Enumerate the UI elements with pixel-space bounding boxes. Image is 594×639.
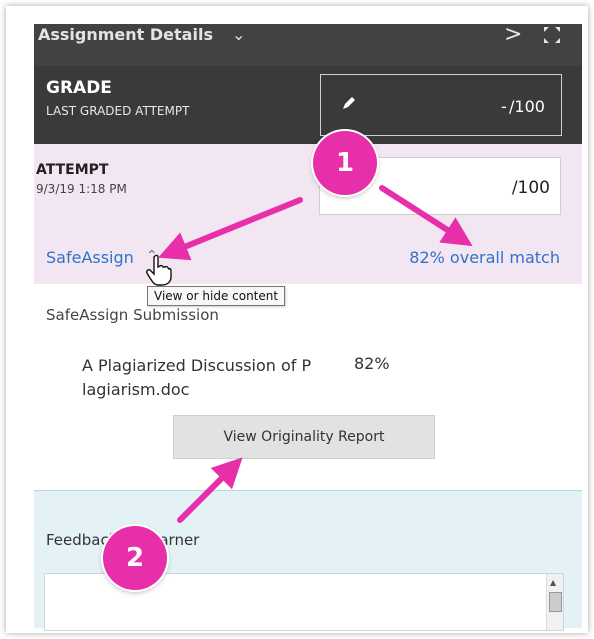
attempt-heading: ATTEMPT	[36, 162, 109, 178]
annotation-badge-2: 2	[103, 526, 167, 590]
view-originality-report-button[interactable]: View Originality Report	[173, 415, 435, 459]
chevron-down-icon[interactable]: ⌄	[232, 24, 245, 46]
attempt-out-of: /100	[511, 178, 550, 198]
grade-section: GRADE LAST GRADED ATTEMPT - /100	[34, 66, 582, 144]
tooltip: View or hide content	[147, 286, 286, 306]
submission-file-name[interactable]: A Plagiarized Discussion of P lagiarism.…	[82, 354, 382, 402]
grade-input[interactable]: - /100	[320, 74, 562, 136]
grade-subheading: LAST GRADED ATTEMPT	[46, 104, 190, 118]
submission-label: SafeAssign Submission	[46, 306, 219, 324]
pencil-icon[interactable]	[341, 95, 357, 111]
grade-heading: GRADE	[46, 78, 112, 98]
panel-title: Assignment Details	[38, 25, 213, 44]
overall-match-link[interactable]: 82% overall match	[409, 248, 560, 267]
chevron-right-icon[interactable]: >	[504, 24, 522, 46]
submission-percent: 82%	[354, 354, 390, 373]
attempt-section: ATTEMPT 9/3/19 1:18 PM /100 SafeAssign ⌃…	[34, 144, 582, 284]
attempt-date: 9/3/19 1:18 PM	[36, 182, 127, 196]
scrollbar[interactable]: ▲	[546, 574, 563, 630]
safeassign-submission: SafeAssign Submission A Plagiarized Disc…	[34, 284, 582, 490]
scroll-up-icon[interactable]: ▲	[550, 578, 556, 587]
safeassign-link[interactable]: SafeAssign	[46, 248, 134, 267]
grade-out-of: /100	[509, 97, 545, 116]
hand-pointer-icon	[146, 254, 172, 286]
title-bar: Assignment Details ⌄ >	[34, 24, 582, 66]
grade-value: -	[501, 97, 507, 116]
annotation-badge-1: 1	[313, 131, 377, 195]
scroll-thumb[interactable]	[549, 592, 562, 612]
expand-icon[interactable]	[542, 26, 562, 44]
